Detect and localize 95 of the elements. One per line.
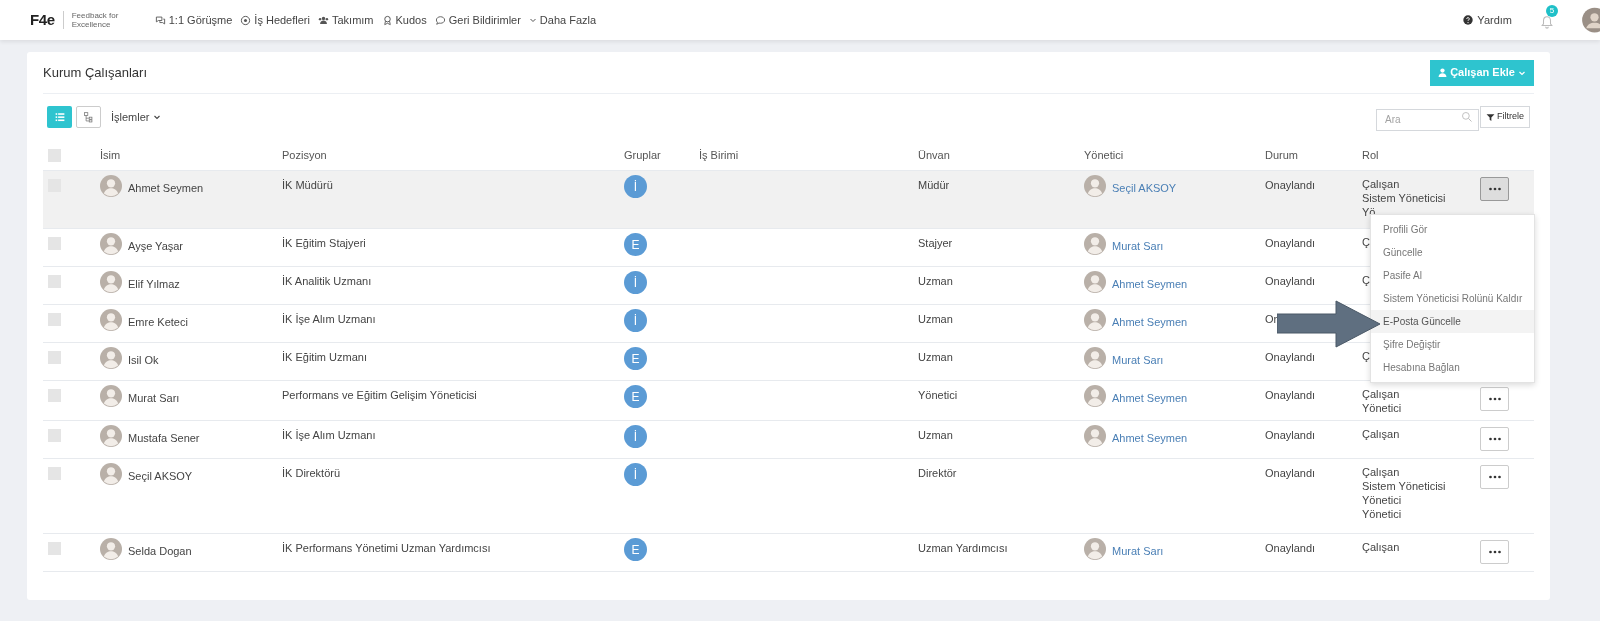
menu-item[interactable]: E-Posta Güncelle: [1371, 310, 1534, 333]
manager-link[interactable]: Ahmet Seymen: [1112, 271, 1188, 293]
employee-name: Murat Sarı: [128, 391, 180, 406]
role-text: Çalışan: [1362, 387, 1400, 401]
employee-name: Emre Keteci: [128, 315, 188, 330]
column-header[interactable]: Rol: [1362, 149, 1379, 162]
role-text: Çalışan: [1362, 427, 1400, 441]
status-text: Onaylandı: [1265, 429, 1316, 441]
employee-name: Isil Ok: [128, 353, 159, 368]
table-cell: Yönetici: [918, 389, 958, 401]
status-text: Onaylandı: [1265, 389, 1316, 401]
status-text: Onaylandı: [1265, 237, 1316, 249]
notification-count: 5: [1546, 5, 1558, 17]
manager-link[interactable]: Ahmet Seymen: [1112, 385, 1188, 407]
status-text: Onaylandı: [1265, 542, 1316, 554]
menu-item[interactable]: Profili Gör: [1371, 218, 1534, 241]
group-badge: E: [624, 538, 647, 561]
table-cell: İK İşe Alım Uzmanı: [282, 429, 376, 441]
nav-link[interactable]: Daha Fazla: [528, 11, 597, 29]
role-text: Sistem Yöneticisi: [1362, 191, 1446, 205]
logo-tagline: Feedback for Excellence: [62, 11, 121, 29]
group-badge: E: [624, 347, 647, 370]
status-text: Onaylandı: [1265, 275, 1316, 287]
column-header[interactable]: Durum: [1265, 149, 1298, 162]
nav-link[interactable]: İş Hedefleri: [240, 11, 310, 29]
table-cell: İK Performans Yönetimi Uzman Yardımcısı: [282, 542, 491, 554]
column-header[interactable]: Gruplar: [624, 149, 661, 162]
manager-link[interactable]: Murat Sarı: [1112, 538, 1164, 560]
manager-link[interactable]: Murat Sarı: [1112, 347, 1164, 369]
nav-link[interactable]: Kudos: [381, 11, 427, 29]
table-cell: Uzman: [918, 313, 953, 325]
manager-link[interactable]: Ahmet Seymen: [1112, 309, 1188, 331]
help-link[interactable]: Yardım: [1463, 11, 1512, 29]
role-text: Ç: [1362, 349, 1370, 363]
menu-item[interactable]: Pasife Al: [1371, 264, 1534, 287]
role-text: Çalışan: [1362, 177, 1400, 191]
employee-name: Mustafa Sener: [128, 431, 200, 446]
table-cell: Uzman: [918, 429, 953, 441]
logo[interactable]: F4e Feedback for Excellence: [30, 8, 121, 32]
menu-item[interactable]: Sistem Yöneticisi Rolünü Kaldır: [1371, 287, 1534, 310]
menu-item[interactable]: Hesabına Bağlan: [1371, 356, 1534, 379]
table-cell: İK İşe Alım Uzmanı: [282, 313, 376, 325]
table-cell: Müdür: [918, 179, 950, 191]
employee-name: Ayşe Yaşar: [128, 239, 184, 254]
card-title: Kurum Çalışanları: [43, 63, 148, 82]
role-text: Sistem Yöneticisi: [1362, 479, 1446, 493]
table-cell: İK Müdürü: [282, 179, 333, 191]
table-cell: İK Direktörü: [282, 467, 341, 479]
status-text: Onaylandı: [1265, 467, 1316, 479]
group-badge: İ: [624, 309, 647, 332]
table-cell: Uzman Yardımcısı: [918, 542, 1008, 554]
employee-name: Elif Yılmaz: [128, 277, 180, 292]
logo-mark: F4e: [30, 9, 55, 30]
role-text: Yönetici: [1362, 493, 1402, 507]
menu-item[interactable]: Güncelle: [1371, 241, 1534, 264]
nav-link[interactable]: Geri Bildirimler: [434, 11, 521, 29]
nav-link[interactable]: Takımım: [317, 11, 374, 29]
group-badge: İ: [624, 175, 647, 198]
operations-dropdown[interactable]: İşlemler: [111, 108, 161, 126]
role-text: Ç: [1362, 235, 1370, 249]
column-header[interactable]: Yönetici: [1084, 149, 1124, 162]
role-text: Ç: [1362, 273, 1370, 287]
manager-link[interactable]: Murat Sarı: [1112, 233, 1164, 255]
table-cell: Performans ve Eğitim Gelişim Yöneticisi: [282, 389, 477, 401]
group-badge: E: [624, 233, 647, 256]
table-cell: İK Eğitim Stajyeri: [282, 237, 366, 249]
nav-link[interactable]: 1:1 Görüşme: [154, 11, 233, 29]
column-header[interactable]: İsim: [100, 149, 121, 162]
status-text: Onaylandı: [1265, 351, 1316, 363]
column-header[interactable]: Pozisyon: [282, 149, 327, 162]
role-text: Çalışan: [1362, 465, 1400, 479]
employee-name: Selda Dogan: [128, 544, 192, 559]
table-cell: Uzman: [918, 275, 953, 287]
manager-link[interactable]: Ahmet Seymen: [1112, 425, 1188, 447]
filter-button[interactable]: Filtrele: [1480, 106, 1530, 128]
table-cell: Uzman: [918, 351, 953, 363]
role-text: Yönetici: [1362, 507, 1402, 521]
group-badge: E: [624, 385, 647, 408]
table-cell: Stajyer: [918, 237, 953, 249]
group-badge: İ: [624, 463, 647, 486]
table-cell: İK Eğitim Uzmanı: [282, 351, 367, 363]
search-field[interactable]: Ara: [1376, 108, 1479, 131]
group-badge: İ: [624, 425, 647, 448]
group-badge: İ: [624, 271, 647, 294]
column-header[interactable]: İş Birimi: [699, 149, 739, 162]
table-cell: Direktör: [918, 467, 957, 479]
menu-item[interactable]: Şifre Değiştir: [1371, 333, 1534, 356]
table-cell: İK Analitik Uzmanı: [282, 275, 372, 287]
column-header[interactable]: Ünvan: [918, 149, 950, 162]
manager-link[interactable]: Seçil AKSOY: [1112, 175, 1177, 197]
employee-name: Seçil AKSOY: [128, 469, 193, 484]
status-text: Onaylandı: [1265, 179, 1316, 191]
role-text: Çalışan: [1362, 540, 1400, 554]
employee-name: Ahmet Seymen: [128, 181, 204, 196]
role-text: Yönetici: [1362, 401, 1402, 415]
